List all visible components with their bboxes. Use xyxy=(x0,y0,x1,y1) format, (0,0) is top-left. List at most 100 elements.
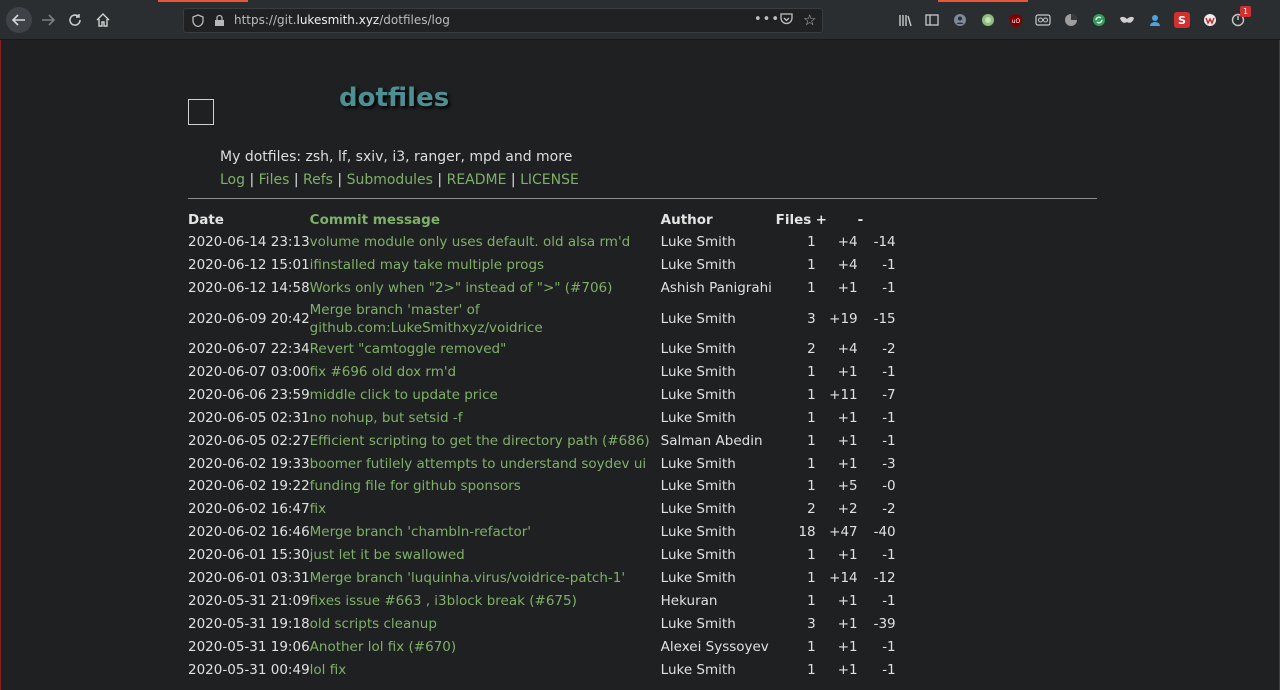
commit-deletions: -1 xyxy=(882,364,896,380)
commit-files-count: 1 xyxy=(807,547,816,564)
extension-green-icon[interactable] xyxy=(980,12,996,28)
star-icon[interactable]: ☆ xyxy=(803,11,816,29)
nav-link-refs[interactable]: Refs xyxy=(303,172,333,188)
forward-button[interactable] xyxy=(36,8,60,32)
commit-message-link[interactable]: lol fix xyxy=(310,658,661,681)
table-row: 2020-06-01 15:30 just let it be swallowed… xyxy=(188,544,896,567)
nav-link-license[interactable]: LICENSE xyxy=(520,172,579,188)
commit-message-link[interactable]: just let it be swallowed xyxy=(310,544,661,567)
commit-additions: +4 xyxy=(837,234,858,251)
pocket-icon[interactable] xyxy=(780,13,793,29)
commit-deletions: -14 xyxy=(873,234,896,251)
commit-message-link[interactable]: Efficient scripting to get the directory… xyxy=(310,429,661,452)
header-files: Files xyxy=(775,212,812,228)
commit-message-link[interactable]: boomer futilely attempts to understand s… xyxy=(310,452,661,475)
person-extension-icon[interactable] xyxy=(1147,12,1163,28)
table-row: 2020-05-31 00:49 lol fix Luke Smith 1 +1 -1 xyxy=(188,658,896,681)
lock-icon[interactable] xyxy=(214,14,225,30)
commit-author: Luke Smith xyxy=(660,570,736,587)
commit-additions: +5 xyxy=(837,478,858,495)
home-icon xyxy=(96,13,110,27)
commit-date: 2020-06-02 19:33 xyxy=(188,455,310,472)
commit-date: 2020-06-14 23:13 xyxy=(188,234,310,251)
url-text[interactable]: https://git.lukesmith.xyz/dotfiles/log xyxy=(234,13,450,27)
commit-author: Luke Smith xyxy=(660,501,736,518)
reload-button[interactable] xyxy=(63,8,87,32)
commit-message-link[interactable]: old scripts cleanup xyxy=(310,612,661,635)
repo-logo[interactable] xyxy=(188,99,214,125)
commit-log-table: Date Commit message Author Files + - 202… xyxy=(188,209,896,681)
commit-author: Luke Smith xyxy=(660,478,736,495)
commit-message-link[interactable]: Another lol fix (#670) xyxy=(310,635,661,658)
page-actions-menu[interactable]: ••• xyxy=(754,12,780,27)
commit-message-link[interactable]: Revert "camtoggle removed" xyxy=(310,338,661,361)
commit-author: Luke Smith xyxy=(660,547,736,564)
commit-message-link[interactable]: no nohup, but setsid -f xyxy=(310,406,661,429)
commit-additions: +2 xyxy=(837,501,858,518)
table-row: 2020-06-06 23:59 middle click to update p… xyxy=(188,383,896,406)
table-row: 2020-06-09 20:42 Merge branch 'master' of… xyxy=(188,300,896,338)
active-tab-accent xyxy=(158,0,248,2)
commit-author: Luke Smith xyxy=(660,524,736,541)
shield-icon[interactable] xyxy=(192,14,204,30)
commit-message-link[interactable]: ifinstalled may take multiple progs xyxy=(310,254,661,277)
commit-message-link[interactable]: fixes issue #663 , i3block break (#675) xyxy=(310,589,661,612)
wappalyzer-icon[interactable] xyxy=(1202,12,1218,28)
table-row: 2020-06-05 02:31 no nohup, but setsid -f L… xyxy=(188,406,896,429)
commit-author: Luke Smith xyxy=(660,234,736,251)
commit-deletions: -1 xyxy=(882,661,896,678)
sync-extension-icon[interactable] xyxy=(1091,12,1107,28)
table-row: 2020-06-14 23:13 volume module only uses … xyxy=(188,231,896,254)
nav-link-log[interactable]: Log xyxy=(220,172,245,188)
commit-author: Alexei Syssoyev xyxy=(660,638,769,655)
commit-additions: +1 xyxy=(837,638,858,655)
table-row: 2020-06-07 03:00 fix #696 old dox rm'd Luk… xyxy=(188,361,896,384)
header-deletions: - xyxy=(857,212,864,228)
commit-author: Luke Smith xyxy=(660,661,736,678)
commit-message-link[interactable]: Merge branch 'luquinha.virus/voidrice-pa… xyxy=(310,567,661,590)
commit-message-link[interactable]: Works only when "2>" instead of ">" (#70… xyxy=(310,277,661,300)
table-row: 2020-06-02 16:47 fix Luke Smith 2 +2 -2 xyxy=(188,498,896,521)
table-header-row: Date Commit message Author Files + - xyxy=(188,209,896,231)
table-row: 2020-06-01 03:31 Merge branch 'luquinha.v… xyxy=(188,567,896,590)
repo-nav: Log | Files | Refs | Submodules | README… xyxy=(220,172,579,188)
commit-message-link[interactable]: middle click to update price xyxy=(310,383,661,406)
s-extension-icon[interactable]: S xyxy=(1174,12,1190,28)
account-icon[interactable] xyxy=(952,12,968,28)
commit-date: 2020-06-05 02:31 xyxy=(188,409,310,426)
commit-author: Luke Smith xyxy=(660,409,736,426)
repo-title: dotfiles xyxy=(339,83,450,113)
back-button[interactable] xyxy=(6,7,32,33)
nav-link-readme[interactable]: README xyxy=(447,172,507,188)
url-bar[interactable]: https://git.lukesmith.xyz/dotfiles/log •… xyxy=(183,8,823,33)
commit-deletions: -2 xyxy=(882,501,896,518)
commit-message-link[interactable]: Merge branch 'chambln-refactor' xyxy=(310,521,661,544)
home-button[interactable] xyxy=(91,8,115,32)
repo-description: My dotfiles: zsh, lf, sxiv, i3, ranger, … xyxy=(220,149,573,165)
commit-date: 2020-06-02 16:47 xyxy=(188,501,310,518)
commit-date: 2020-05-31 19:18 xyxy=(188,615,310,632)
commit-deletions: -1 xyxy=(882,638,896,655)
commit-author: Luke Smith xyxy=(660,257,736,274)
commit-message-link[interactable]: funding file for github sponsors xyxy=(310,475,661,498)
header-commit-message: Commit message xyxy=(309,212,440,228)
cookie-extension-icon[interactable] xyxy=(1063,12,1079,28)
commit-message-link[interactable]: volume module only uses default. old als… xyxy=(310,231,661,254)
library-icon[interactable] xyxy=(898,12,914,28)
tridactyl-icon[interactable] xyxy=(1035,12,1051,28)
commit-date: 2020-05-31 19:06 xyxy=(188,638,310,655)
commit-message-link[interactable]: fix xyxy=(310,498,661,521)
nav-link-files[interactable]: Files xyxy=(259,172,290,188)
mask-extension-icon[interactable] xyxy=(1119,12,1135,28)
ublock-origin-icon[interactable]: uO xyxy=(1008,12,1024,28)
table-row: 2020-06-07 22:34 Revert "camtoggle remove… xyxy=(188,338,896,361)
nav-separator: | xyxy=(293,172,299,188)
commit-additions: +1 xyxy=(837,455,858,472)
commit-deletions: -39 xyxy=(873,615,896,632)
sidebar-icon[interactable] xyxy=(924,12,940,28)
nav-link-submodules[interactable]: Submodules xyxy=(347,172,433,188)
table-row: 2020-05-31 19:06 Another lol fix (#670) Al… xyxy=(188,635,896,658)
commit-message-link[interactable]: Merge branch 'master' of github.com:Luke… xyxy=(310,300,661,338)
commit-date: 2020-06-02 19:22 xyxy=(188,478,310,495)
commit-message-link[interactable]: fix #696 old dox rm'd xyxy=(310,361,661,384)
